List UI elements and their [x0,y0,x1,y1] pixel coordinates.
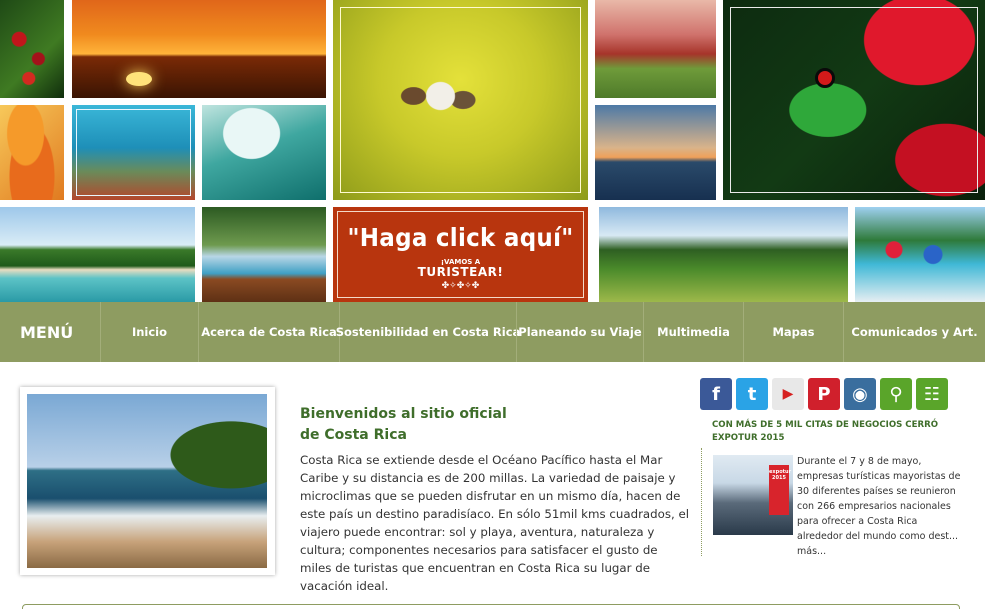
search-icon[interactable]: ⚲ [880,378,912,410]
bottom-panel-border [22,604,960,609]
news-summary-text: Durante el 7 y 8 de mayo, empresas turís… [797,456,961,542]
menu-item-comunicados[interactable]: Comunicados y Art. [843,302,985,362]
cta-big-text: TURISTEAR! [417,265,504,279]
frog-eye-shape [815,68,835,88]
horseback-riders-photo [333,0,588,200]
expotur-banner: expotur 2015 [769,465,791,515]
menu-item-sostenibilidad[interactable]: Sostenibilidad en Costa Rica [336,302,520,362]
tree-frog-photo [723,0,985,200]
menu-item-acerca[interactable]: Acerca de Costa Rica [198,302,339,362]
sitemap-icon[interactable]: ☷ [916,378,948,410]
papaya-photo [0,105,64,200]
instagram-icon[interactable]: ◉ [844,378,876,410]
intro-paragraph: Costa Rica se extiende desde el Océano P… [300,453,690,593]
haga-click-aqui-button[interactable]: "Haga click aquí" ¡VAMOS A TURISTEAR! ✤✧… [333,207,588,302]
photo-frame [76,109,191,196]
social-icons-row: f t ▶ P ◉ ⚲ ☷ [700,378,948,410]
menu-label: MENÚ [20,322,74,342]
coffee-photo [0,0,64,98]
coastline-photo-frame [20,387,275,575]
twitter-icon[interactable]: t [736,378,768,410]
news-more-link[interactable]: más... [797,546,826,557]
news-divider [701,448,702,556]
river-landscape-photo [599,207,848,302]
riders-shape [391,48,481,128]
news-summary: Durante el 7 y 8 de mayo, empresas turís… [797,454,965,559]
pool-dance-photo [855,207,985,302]
menu-item-inicio[interactable]: Inicio [100,302,198,362]
pinterest-icon[interactable]: P [808,378,840,410]
welcome-heading: Bienvenidos al sitio oficial de Costa Ri… [300,404,507,446]
main-menu-bar: MENÚ Inicio Acerca de Costa Rica Sosteni… [0,302,985,362]
news-thumbnail[interactable]: expotur 2015 [713,455,793,535]
photo-frame [730,7,978,193]
sunset-photo [72,0,326,98]
hammock-deck-photo [202,207,326,302]
menu-item-mapas[interactable]: Mapas [743,302,843,362]
youtube-icon[interactable]: ▶ [772,378,804,410]
cta-title: "Haga click aquí" [347,223,574,252]
surfer-photo [202,105,326,200]
cta-ornament: ✤✧✤✧✤ [441,281,480,291]
menu-item-multimedia[interactable]: Multimedia [643,302,743,362]
menu-item-planeando[interactable]: Planeando su Viaje [516,302,643,362]
facebook-icon[interactable]: f [700,378,732,410]
palm-sunset-photo [595,105,716,200]
coral-reef-photo [72,105,195,200]
news-headline-link[interactable]: CON MÁS DE 5 MIL CITAS DE NEGOCIOS CERRÓ… [712,419,962,445]
coastline-photo [27,394,267,568]
sun-shape [126,72,152,86]
photo-mosaic-banner: "Haga click aquí" ¡VAMOS A TURISTEAR! ✤✧… [0,0,985,302]
welcome-heading-line2: de Costa Rica [300,427,407,443]
beach-photo [0,207,195,302]
barn-photo [595,0,716,98]
welcome-heading-line1: Bienvenidos al sitio oficial [300,406,507,422]
